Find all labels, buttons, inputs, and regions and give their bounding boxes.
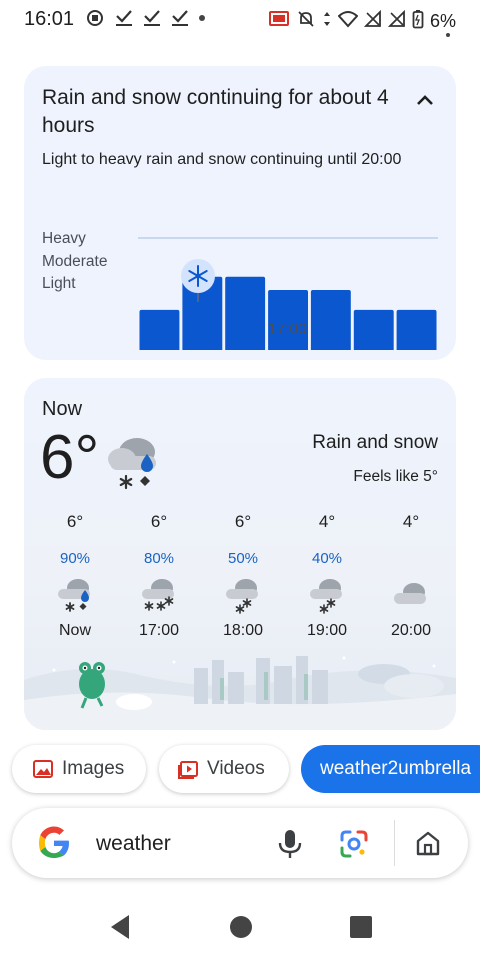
feels-like-text: Feels like 5° — [353, 468, 438, 485]
status-bar: 16:01 6% — [0, 0, 480, 40]
precip-bar — [310, 290, 351, 350]
home-icon[interactable] — [414, 829, 442, 857]
condition-text: Rain and snow — [312, 432, 438, 453]
cast-icon — [268, 10, 290, 33]
hourly-temp: 4° — [318, 512, 336, 531]
weather-scene-illustration — [24, 656, 456, 730]
status-time: 16:01 — [24, 8, 75, 30]
hourly-temp: 6° — [234, 512, 252, 531]
hourly-item[interactable]: 6° 80% 17:00 — [124, 512, 194, 640]
dot-icon — [198, 9, 206, 32]
search-chips-row: Images Videos weather2umbrella — [0, 745, 480, 797]
now-label: Now — [42, 398, 83, 420]
hourly-time: 18:00 — [222, 622, 264, 639]
alert-description: Light to heavy rain and snow continuing … — [42, 151, 402, 168]
hourly-time: Now — [58, 622, 91, 639]
hourly-precip: 40% — [311, 550, 343, 567]
signal-icon — [363, 9, 382, 33]
videos-chip-label: Videos — [207, 758, 265, 779]
signal-icon — [387, 9, 406, 33]
chevron-up-icon — [417, 95, 433, 105]
rain-snow-cloud-icon — [104, 432, 162, 495]
wifi-icon — [337, 10, 359, 33]
precip-bar — [225, 276, 266, 350]
search-bar-divider — [394, 820, 395, 866]
collapse-button[interactable] — [414, 90, 436, 112]
time-tick-label: 17:00 — [268, 321, 307, 338]
system-navigation-bar — [0, 895, 480, 960]
snowflake-icon — [181, 259, 215, 293]
chart-bars — [139, 276, 437, 350]
microphone-icon[interactable] — [276, 828, 304, 860]
current-weather-card: Now 6° Rain and snow Feels like 5° 6° 90… — [24, 378, 456, 730]
check-icon — [142, 9, 162, 32]
precip-bar — [353, 309, 394, 350]
status-system-icons: 6% — [268, 9, 456, 34]
hourly-item[interactable]: 4° 40% 19:00 — [292, 512, 362, 640]
google-lens-icon[interactable] — [338, 828, 370, 860]
hourly-temp: 6° — [150, 512, 168, 531]
video-play-icon — [178, 761, 198, 779]
images-chip[interactable]: Images — [12, 745, 146, 793]
alert-title: Rain and snow continuing for about 4 hou… — [42, 86, 389, 137]
back-icon[interactable] — [107, 912, 133, 942]
snow-cloud-icon — [292, 574, 362, 616]
hourly-precip: 90% — [59, 550, 91, 567]
weather-page: 16:01 6% Rain and snow continuing for ab… — [0, 0, 480, 960]
battery-percent: 6% — [429, 11, 456, 31]
battery-icon — [412, 9, 424, 34]
hourly-precip — [376, 550, 446, 572]
hourly-time: 17:00 — [138, 622, 180, 639]
mute-bell-icon — [296, 10, 316, 33]
rain-snow-cloud-icon — [40, 574, 110, 616]
hourly-precip: 50% — [227, 550, 259, 567]
precipitation-chart — [138, 237, 438, 350]
home-nav-icon[interactable] — [229, 915, 253, 939]
hourly-item[interactable]: 6° 90% Now — [40, 512, 110, 640]
images-chip-label: Images — [62, 758, 125, 779]
precip-bar — [396, 309, 437, 350]
check-icon — [114, 9, 134, 32]
data-arrows-icon — [322, 10, 332, 33]
overflow-dot — [446, 33, 450, 37]
check-icon — [170, 9, 190, 32]
snow-cloud-icon — [208, 574, 278, 616]
current-temperature: 6° — [40, 423, 100, 492]
recent-apps-icon[interactable] — [349, 915, 373, 939]
search-bar[interactable]: weather — [12, 808, 468, 878]
search-query[interactable]: weather — [96, 832, 171, 856]
video-camera-icon — [86, 9, 106, 32]
hourly-precip: 80% — [143, 550, 175, 567]
snow-cloud-icon — [124, 574, 194, 616]
hourly-item[interactable]: 6° 50% 18:00 — [208, 512, 278, 640]
status-notification-icons — [86, 9, 206, 32]
weather2umbrella-chip[interactable]: weather2umbrella — [301, 745, 480, 793]
precip-bar — [268, 290, 308, 350]
hourly-temp: 4° — [402, 512, 420, 531]
precipitation-alert-card: Rain and snow continuing for about 4 hou… — [24, 66, 456, 360]
hourly-time: 20:00 — [390, 622, 432, 639]
hourly-item[interactable]: 4° 20:00 — [376, 512, 446, 640]
cloud-icon — [376, 574, 446, 616]
precip-bar — [139, 309, 180, 350]
image-icon — [33, 760, 53, 778]
hourly-forecast: 6° 90% Now 6° 80% 17:00 6° 50% 18:00 4° … — [24, 512, 456, 652]
videos-chip[interactable]: Videos — [159, 745, 289, 793]
hourly-temp: 6° — [66, 512, 84, 531]
hourly-time: 19:00 — [306, 622, 348, 639]
weather2umbrella-chip-label: weather2umbrella — [320, 758, 472, 779]
google-logo-icon[interactable] — [36, 825, 72, 861]
